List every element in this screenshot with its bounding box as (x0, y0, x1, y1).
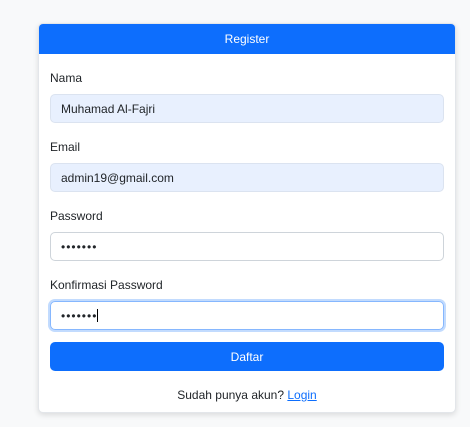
login-prompt-text: Sudah punya akun? (177, 388, 285, 402)
email-input[interactable] (50, 163, 444, 192)
confirm-password-input[interactable] (50, 301, 444, 330)
password-label: Password (50, 209, 103, 223)
nama-input[interactable] (50, 94, 444, 123)
page: Register Nama Email Password ••••••• Kon… (0, 0, 470, 427)
confirm-password-label: Konfirmasi Password (50, 278, 163, 292)
login-prompt: Sudah punya akun? Login (50, 388, 444, 402)
daftar-button[interactable]: Daftar (50, 342, 444, 371)
card-title: Register (224, 32, 270, 46)
nama-label: Nama (50, 71, 83, 85)
login-link[interactable]: Login (287, 388, 316, 402)
card-body: Nama Email Password ••••••• Konfirmasi P… (39, 71, 455, 402)
password-wrap: ••••••• (50, 232, 444, 261)
register-card: Register Nama Email Password ••••••• Kon… (38, 23, 456, 413)
email-label: Email (50, 140, 81, 154)
password-input[interactable] (50, 232, 444, 261)
confirm-password-wrap: ••••••• (50, 301, 444, 330)
card-header: Register (39, 24, 455, 54)
